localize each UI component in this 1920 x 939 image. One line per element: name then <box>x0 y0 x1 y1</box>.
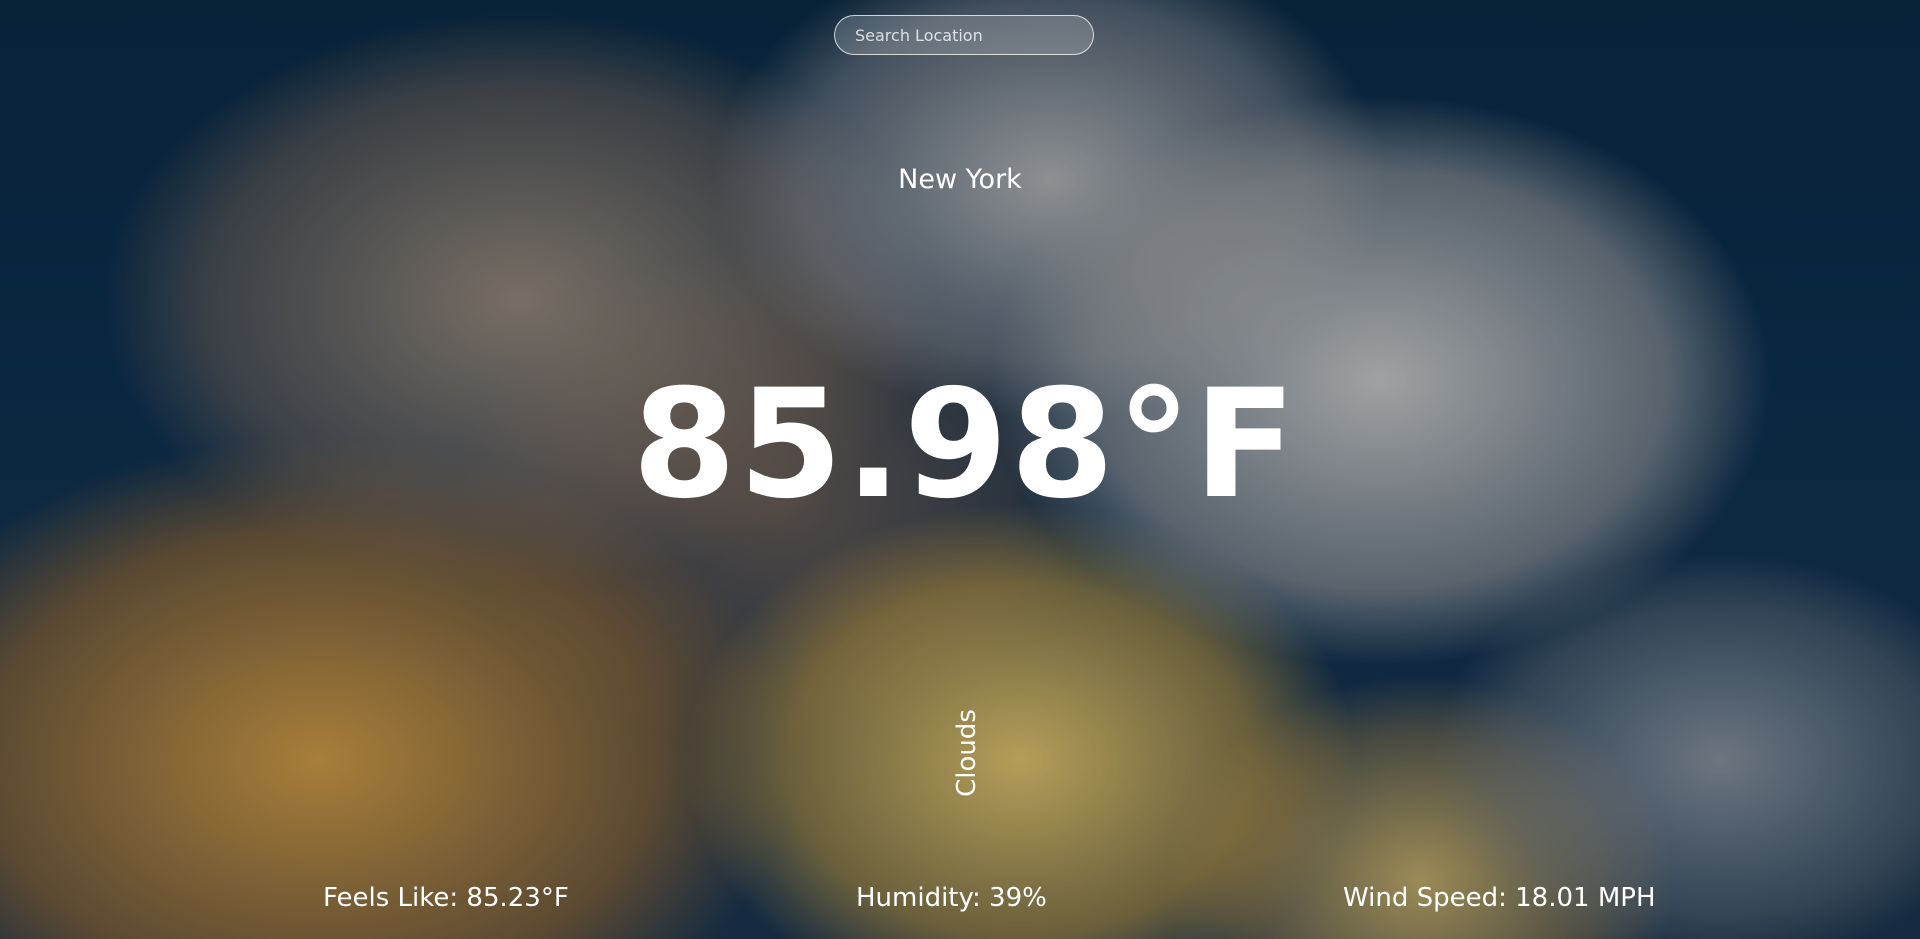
weather-condition: Clouds <box>952 709 982 797</box>
weather-app: New York 85.98°F Clouds Feels Like: 85.2… <box>0 0 1920 939</box>
current-temperature: 85.98°F <box>632 358 1298 532</box>
humidity-stat: Humidity: 39% <box>856 883 1047 913</box>
feels-like-stat: Feels Like: 85.23°F <box>323 883 569 913</box>
wind-speed-stat: Wind Speed: 18.01 MPH <box>1343 883 1656 913</box>
search-location-input[interactable] <box>834 15 1094 55</box>
city-name: New York <box>898 164 1022 195</box>
